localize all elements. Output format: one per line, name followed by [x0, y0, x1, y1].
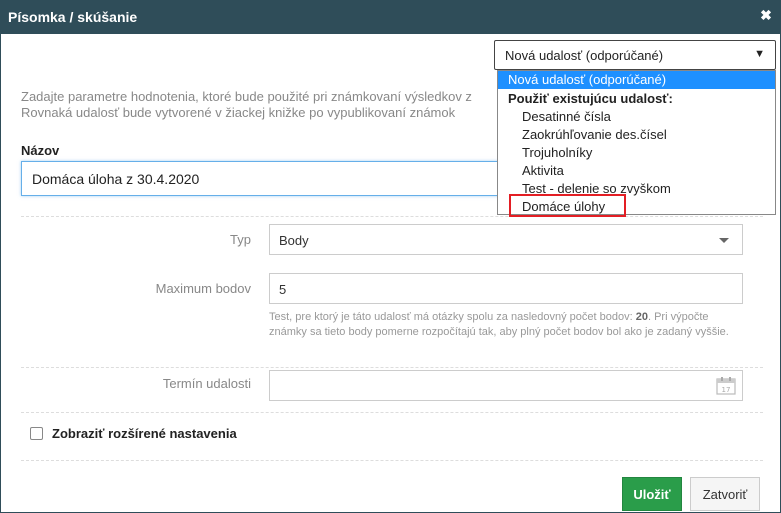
typ-value: Body — [279, 233, 309, 248]
intro-text: Zadajte parametre hodnotenia, ktoré bude… — [21, 89, 501, 121]
intro-line-1: Zadajte parametre hodnotenia, ktoré bude… — [21, 89, 472, 104]
dropdown-group-label: Použiť existujúcu udalosť: — [508, 91, 673, 106]
dialog-titlebar: Písomka / skúšanie ✖ — [1, 1, 780, 34]
typ-label: Typ — [230, 232, 251, 247]
dialog-title: Písomka / skúšanie — [8, 9, 138, 25]
event-select-value: Nová udalosť (odporúčané) — [505, 48, 664, 63]
close-button[interactable]: Zatvoriť — [690, 477, 760, 511]
dropdown-option[interactable]: Desatinné čísla — [498, 108, 775, 126]
max-bodov-label: Maximum bodov — [155, 281, 251, 296]
typ-select[interactable]: Body — [269, 224, 743, 255]
chevron-down-icon: ▼ — [754, 48, 765, 60]
highlight-annotation — [509, 194, 626, 217]
divider — [21, 412, 763, 413]
dialog: Písomka / skúšanie ✖ Zadajte parametre h… — [0, 0, 781, 513]
intro-line-2: Rovnaká udalosť bude vytvorené v žiackej… — [21, 105, 456, 120]
close-icon[interactable]: ✖ — [759, 8, 773, 22]
save-button[interactable]: Uložiť — [622, 477, 682, 511]
advanced-settings-row[interactable]: Zobraziť rozšírené nastavenia — [30, 426, 237, 441]
termin-input[interactable]: 17 — [269, 370, 743, 401]
termin-label: Termín udalosti — [162, 376, 251, 391]
calendar-icon[interactable]: 17 — [716, 376, 736, 395]
dropdown-option[interactable]: Zaokrúhľovanie des.čísel — [498, 126, 775, 144]
divider — [21, 216, 763, 217]
chevron-down-icon — [719, 238, 729, 243]
dropdown-option[interactable]: Aktivita — [498, 162, 775, 180]
dropdown-option-new[interactable]: Nová udalosť (odporúčané) — [498, 71, 775, 89]
nazov-input[interactable]: Domáca úloha z 30.4.2020 — [21, 161, 501, 196]
max-bodov-input[interactable]: 5 — [269, 273, 743, 304]
max-bodov-help: Test, pre ktorý je táto udalosť má otázk… — [269, 310, 743, 340]
advanced-settings-label: Zobraziť rozšírené nastavenia — [52, 426, 237, 441]
max-bodov-value: 5 — [279, 282, 287, 297]
advanced-settings-checkbox[interactable] — [30, 427, 43, 440]
divider — [21, 460, 763, 461]
dropdown-option[interactable]: Trojuholníky — [498, 144, 775, 162]
help-points: 20 — [635, 311, 648, 323]
nazov-label: Názov — [21, 143, 60, 158]
divider — [21, 367, 763, 368]
help-text-1: Test, pre ktorý je táto udalosť má otázk… — [269, 311, 636, 323]
calendar-day: 17 — [722, 386, 731, 394]
event-select[interactable]: Nová udalosť (odporúčané) ▼ — [494, 40, 776, 70]
